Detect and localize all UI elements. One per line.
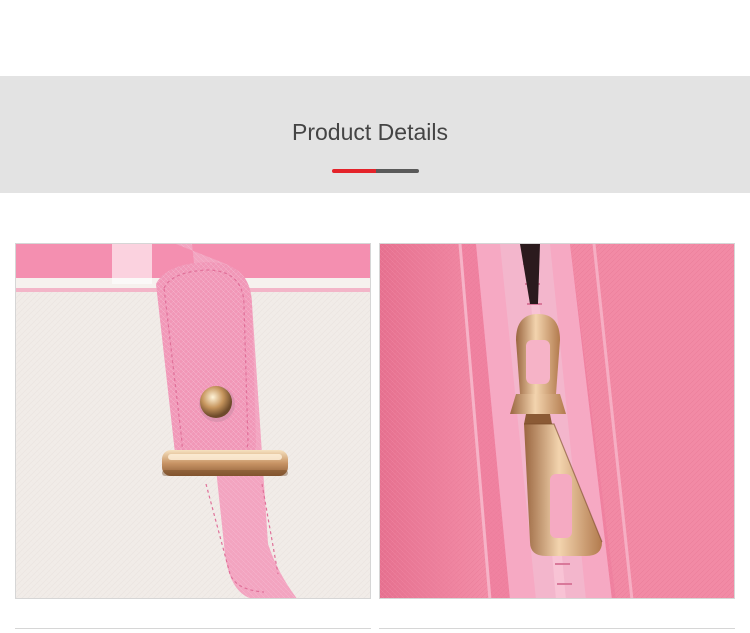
strap-buckle-photo bbox=[16, 244, 370, 598]
next-image-edge-left bbox=[15, 628, 371, 633]
title-divider-accent bbox=[332, 169, 376, 173]
title-divider bbox=[332, 169, 419, 173]
product-image-zipper-pull bbox=[379, 243, 735, 599]
zipper-pull-photo bbox=[380, 244, 734, 598]
next-image-edge-right bbox=[379, 628, 735, 633]
title-divider-rest bbox=[376, 169, 419, 173]
section-title: Product Details bbox=[292, 119, 448, 145]
product-image-strap-buckle bbox=[15, 243, 371, 599]
